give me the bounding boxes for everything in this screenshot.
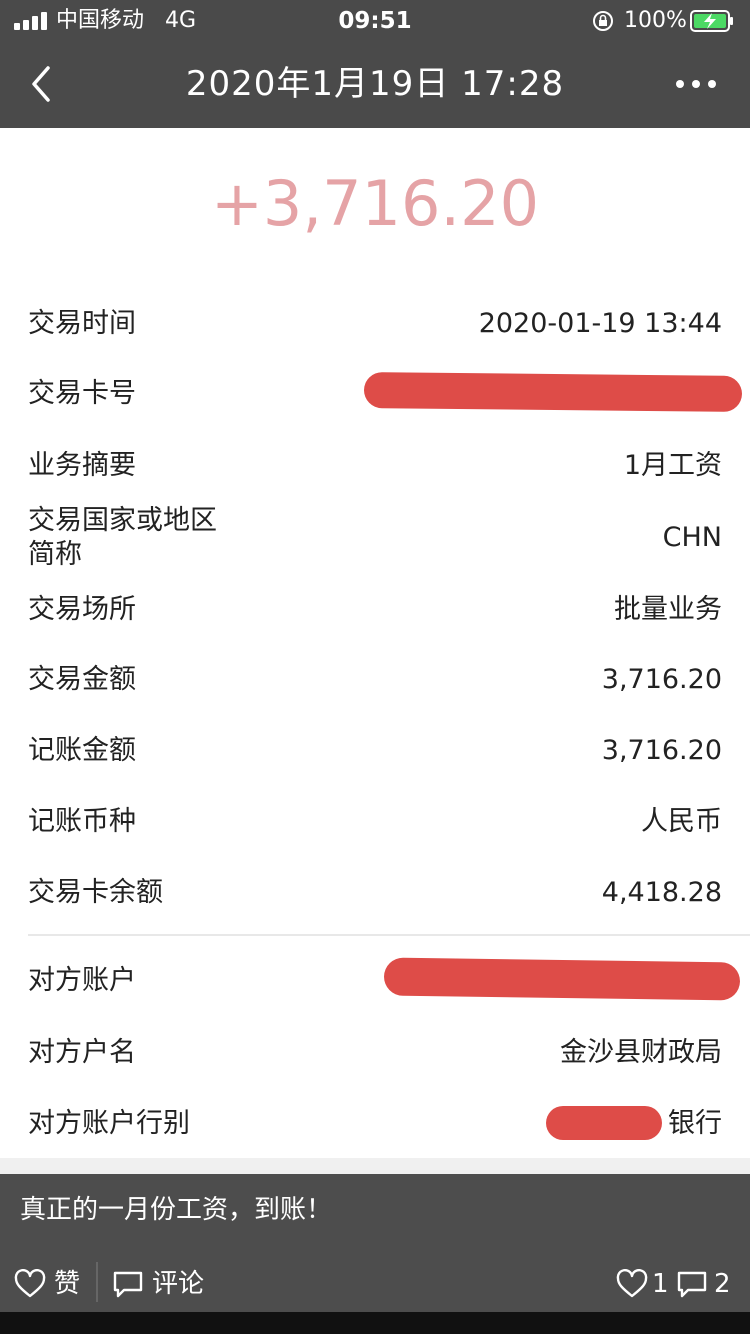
detail-value: CHN xyxy=(662,522,722,553)
detail-row-country: 交易国家或地区 简称 CHN xyxy=(0,504,750,574)
comment-icon xyxy=(677,1271,707,1298)
detail-label-line2: 简称 xyxy=(28,539,82,570)
bottom-edge xyxy=(0,1312,750,1334)
detail-value: 2020-01-19 13:44 xyxy=(478,308,722,339)
title-bar: 2020年1月19日 17:28 xyxy=(0,42,750,128)
detail-label: 业务摘要 xyxy=(28,450,136,481)
detail-row-posted-amount: 记账金额 3,716.20 xyxy=(0,733,750,783)
detail-value: 1月工资 xyxy=(623,450,722,481)
detail-value: 银行 xyxy=(668,1108,722,1139)
redaction-mark xyxy=(383,957,741,1001)
detail-row-amount: 交易金额 3,716.20 xyxy=(0,662,750,712)
detail-label: 对方账户 xyxy=(28,965,136,996)
post-footer: 赞 评论 1 2 xyxy=(0,1254,750,1312)
comment-count-value: 2 xyxy=(714,1269,731,1299)
detail-label: 交易卡余额 xyxy=(28,877,163,908)
detail-label: 交易金额 xyxy=(28,664,136,695)
page-title: 2020年1月19日 17:28 xyxy=(185,64,565,104)
detail-row-counterparty-name: 对方户名 金沙县财政局 xyxy=(0,1035,750,1085)
battery-percent: 100% xyxy=(624,8,687,33)
more-icon xyxy=(676,80,716,88)
redaction-mark xyxy=(546,1106,662,1140)
detail-label: 交易时间 xyxy=(28,308,136,339)
heart-icon xyxy=(616,1269,648,1298)
comment-label: 评论 xyxy=(152,1269,205,1299)
detail-value: 3,716.20 xyxy=(601,664,722,695)
detail-row-time: 交易时间 2020-01-19 13:44 xyxy=(0,306,750,356)
status-bar: 中国移动 4G 09:51 100% xyxy=(0,0,750,42)
comment-count[interactable]: 2 xyxy=(676,1264,731,1304)
like-label: 赞 xyxy=(54,1269,81,1299)
detail-label-line1: 交易国家或地区 xyxy=(28,505,217,536)
detail-label: 对方账户行别 xyxy=(28,1108,190,1139)
post-caption: 真正的一月份工资，到账！ xyxy=(20,1195,333,1225)
like-count-value: 1 xyxy=(652,1269,669,1299)
redaction-mark xyxy=(363,372,743,412)
detail-label: 记账币种 xyxy=(28,806,136,837)
detail-row-balance: 交易卡余额 4,418.28 xyxy=(0,875,750,925)
top-bar: 中国移动 4G 09:51 100% 2020年1月19日 17:28 xyxy=(0,0,750,128)
detail-row-venue: 交易场所 批量业务 xyxy=(0,592,750,642)
heart-icon xyxy=(14,1269,46,1298)
detail-value: 4,418.28 xyxy=(601,877,722,908)
detail-row-currency: 记账币种 人民币 xyxy=(0,804,750,854)
detail-value: 金沙县财政局 xyxy=(560,1037,722,1068)
section-divider xyxy=(28,934,750,936)
detail-label: 交易场所 xyxy=(28,594,136,625)
footer-divider xyxy=(96,1262,98,1302)
detail-label: 记账金额 xyxy=(28,735,136,766)
like-button[interactable]: 赞 xyxy=(14,1264,80,1304)
more-button[interactable] xyxy=(672,68,720,100)
detail-label: 对方户名 xyxy=(28,1037,136,1068)
post-caption-area: 真正的一月份工资，到账！ 赞 评论 1 2 xyxy=(0,1158,750,1312)
detail-label: 交易卡号 xyxy=(28,378,136,409)
battery-charging-icon xyxy=(690,10,734,32)
detail-value: 3,716.20 xyxy=(601,735,722,766)
like-count[interactable]: 1 xyxy=(616,1264,669,1304)
detail-value: 人民币 xyxy=(641,806,722,837)
transaction-amount: +3,716.20 xyxy=(210,167,540,240)
detail-row-summary: 业务摘要 1月工资 xyxy=(0,448,750,498)
comment-icon xyxy=(113,1271,143,1298)
comment-button[interactable]: 评论 xyxy=(112,1264,204,1304)
lock-rotation-icon xyxy=(592,10,614,32)
detail-value: 批量业务 xyxy=(614,594,722,625)
